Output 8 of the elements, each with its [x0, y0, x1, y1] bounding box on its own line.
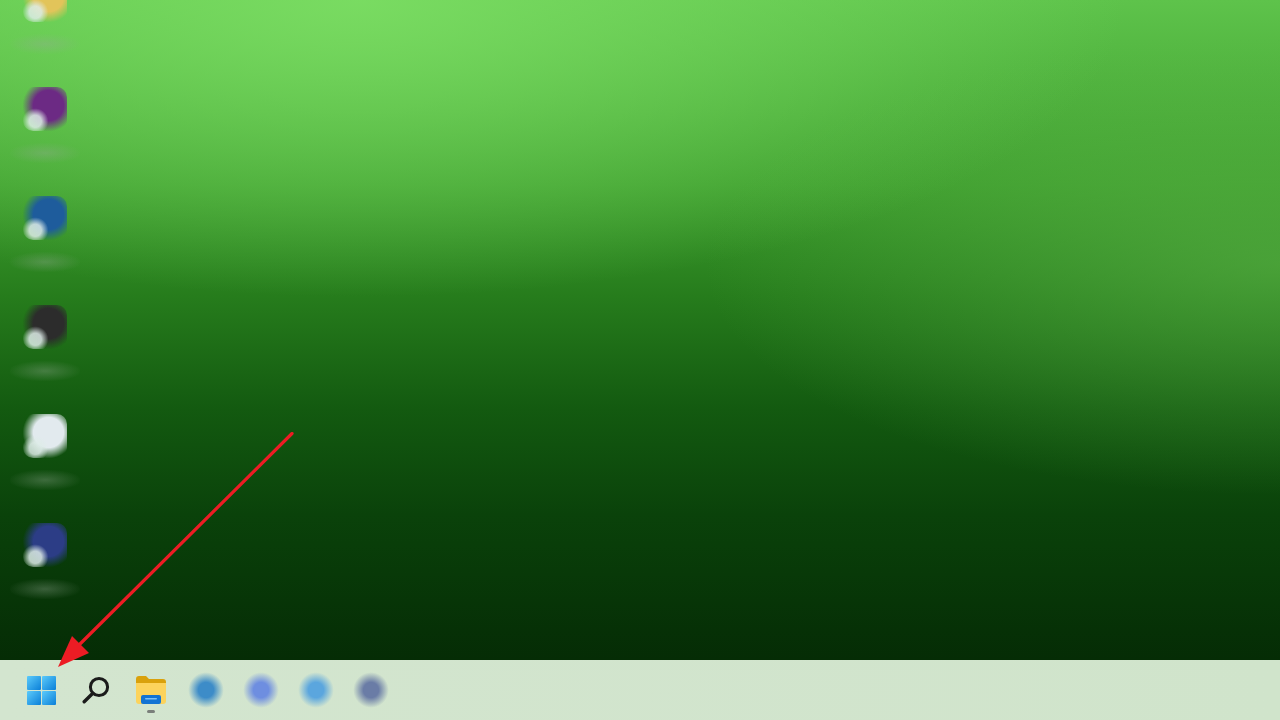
blurred-desktop-icon[interactable]: [23, 305, 67, 349]
blurred-desktop-icon[interactable]: [23, 196, 67, 240]
blurred-desktop-icon[interactable]: [23, 87, 67, 131]
search-icon: [82, 676, 110, 704]
blurred-desktop-icon[interactable]: [23, 414, 67, 458]
start-icon: [26, 675, 56, 705]
folder-icon: [136, 676, 166, 704]
blurred-desktop-icon[interactable]: [23, 523, 67, 567]
